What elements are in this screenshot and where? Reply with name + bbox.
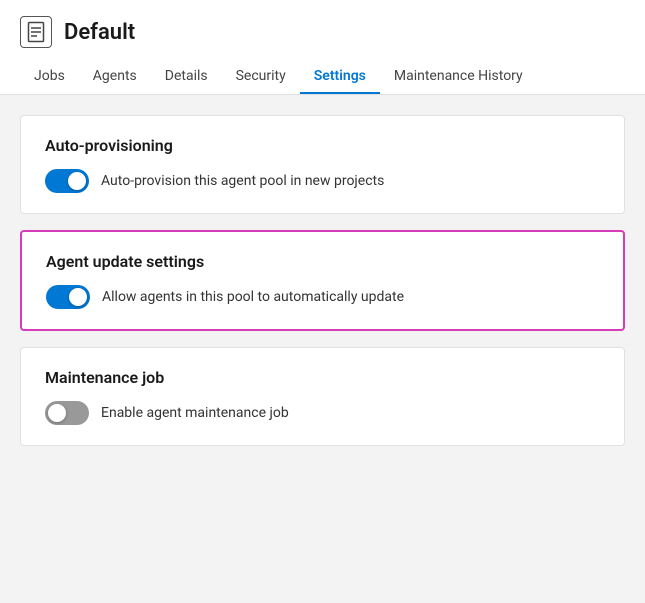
auto-provisioning-toggle-row: Auto-provision this agent pool in new pr… — [45, 169, 600, 193]
tab-maintenance-history[interactable]: Maintenance History — [380, 60, 537, 94]
auto-provisioning-label: Auto-provision this agent pool in new pr… — [101, 173, 384, 189]
auto-provisioning-title: Auto-provisioning — [45, 136, 600, 155]
tab-details[interactable]: Details — [151, 60, 222, 94]
pool-icon — [20, 16, 52, 48]
tab-agents[interactable]: Agents — [79, 60, 151, 94]
tab-jobs[interactable]: Jobs — [20, 60, 79, 94]
auto-provisioning-toggle[interactable] — [45, 169, 89, 193]
maintenance-job-label: Enable agent maintenance job — [101, 405, 289, 421]
agent-update-label: Allow agents in this pool to automatical… — [102, 289, 404, 305]
tab-security[interactable]: Security — [222, 60, 300, 94]
maintenance-job-toggle[interactable] — [45, 401, 89, 425]
title-row: Default — [20, 16, 625, 48]
agent-update-toggle[interactable] — [46, 285, 90, 309]
main-content: Auto-provisioning Auto-provision this ag… — [0, 95, 645, 466]
agent-update-card: Agent update settings Allow agents in th… — [20, 230, 625, 331]
nav-tabs: Jobs Agents Details Security Settings Ma… — [20, 60, 625, 94]
maintenance-job-toggle-row: Enable agent maintenance job — [45, 401, 600, 425]
tab-settings[interactable]: Settings — [300, 60, 380, 94]
maintenance-job-title: Maintenance job — [45, 368, 600, 387]
auto-provisioning-card: Auto-provisioning Auto-provision this ag… — [20, 115, 625, 214]
page-header: Default Jobs Agents Details Security Set… — [0, 0, 645, 95]
agent-update-toggle-row: Allow agents in this pool to automatical… — [46, 285, 599, 309]
pool-title: Default — [64, 20, 135, 45]
agent-update-title: Agent update settings — [46, 252, 599, 271]
maintenance-job-card: Maintenance job Enable agent maintenance… — [20, 347, 625, 446]
